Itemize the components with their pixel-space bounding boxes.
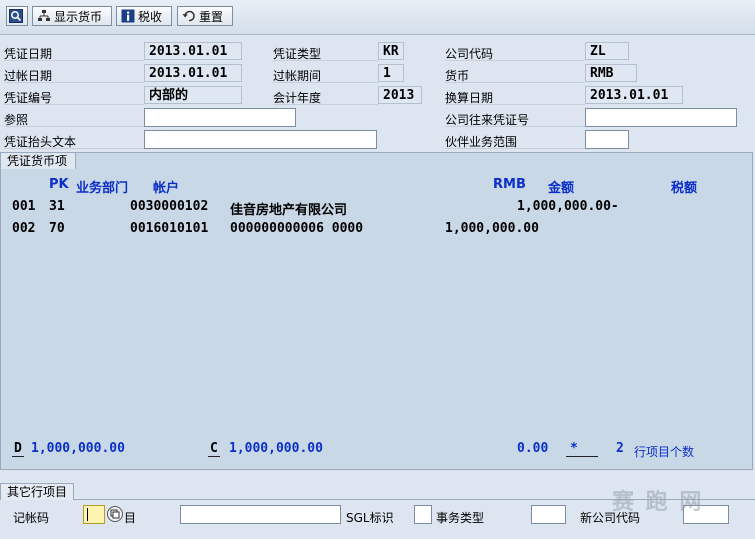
f4-help-icon[interactable] bbox=[107, 506, 123, 522]
column-tax: 税额 bbox=[671, 181, 698, 196]
transaction-type-input[interactable] bbox=[531, 505, 566, 524]
reset-label: 重置 bbox=[199, 9, 224, 24]
undo-arrow-icon bbox=[182, 9, 196, 23]
divider bbox=[4, 148, 144, 149]
column-account: 帐户 bbox=[153, 181, 180, 196]
divider bbox=[445, 148, 585, 149]
tax-button[interactable]: 税收 bbox=[116, 6, 172, 26]
balance-status: * bbox=[566, 441, 598, 457]
posting-date-field: 2013.01.01 bbox=[144, 64, 242, 82]
item-count: 2 bbox=[616, 441, 624, 456]
credit-indicator: C bbox=[208, 441, 220, 457]
account-input[interactable] bbox=[180, 505, 341, 524]
fiscal-year-field: 2013 bbox=[378, 86, 422, 104]
tax-label: 税收 bbox=[138, 9, 163, 24]
line-number: 002 bbox=[12, 221, 36, 236]
header-text-input[interactable] bbox=[144, 130, 377, 149]
divider bbox=[4, 104, 144, 105]
divider bbox=[4, 126, 144, 127]
intercompany-input[interactable] bbox=[585, 108, 737, 127]
currency-field: RMB bbox=[585, 64, 637, 82]
document-items-panel bbox=[0, 152, 753, 470]
watermark: 赛 跑 网 bbox=[612, 490, 704, 515]
transaction-type-label: 事务类型 bbox=[436, 511, 485, 525]
application-toolbar: 显示货币 税收 重置 bbox=[0, 0, 755, 35]
divider bbox=[273, 104, 378, 105]
account-number: 0030000102 bbox=[130, 199, 209, 214]
divider bbox=[445, 82, 585, 83]
period-field: 1 bbox=[378, 64, 404, 82]
partner-ba-input[interactable] bbox=[585, 130, 629, 149]
line-number: 001 bbox=[12, 199, 36, 214]
divider bbox=[445, 126, 585, 127]
posting-key-input[interactable] bbox=[83, 505, 105, 524]
amount: 1,000,000.00- bbox=[517, 199, 619, 214]
account-number: 0016010101 bbox=[130, 221, 209, 236]
divider bbox=[445, 60, 585, 61]
debit-indicator: D bbox=[12, 441, 24, 457]
doc-type-field: KR bbox=[378, 42, 404, 60]
item-count-label: 行项目个数 bbox=[634, 445, 695, 459]
divider bbox=[4, 60, 144, 61]
account-label: 目 bbox=[124, 511, 137, 525]
column-business-area: 业务部门 bbox=[76, 181, 129, 196]
divider bbox=[273, 60, 378, 61]
info-icon bbox=[121, 9, 135, 23]
translation-date-field: 2013.01.01 bbox=[585, 86, 683, 104]
text-cursor bbox=[87, 508, 88, 521]
column-amount: 金额 bbox=[548, 181, 575, 196]
display-currency-button[interactable]: 显示货币 bbox=[32, 6, 112, 26]
sgl-label: SGL标识 bbox=[346, 511, 394, 525]
magnifier-icon bbox=[9, 9, 23, 23]
sgl-input[interactable] bbox=[414, 505, 432, 524]
company-code-field: ZL bbox=[585, 42, 629, 60]
other-item-title: 其它行项目 bbox=[0, 483, 75, 500]
balance-value: 0.00 bbox=[517, 441, 549, 456]
account-name: 佳音房地产有限公司 bbox=[230, 203, 348, 218]
reset-button[interactable]: 重置 bbox=[177, 6, 233, 26]
divider bbox=[273, 82, 378, 83]
posting-key: 70 bbox=[49, 221, 65, 236]
doc-number-field: 内部的 bbox=[144, 86, 242, 104]
column-currency: RMB bbox=[493, 177, 526, 192]
reference-input[interactable] bbox=[144, 108, 296, 127]
display-currency-label: 显示货币 bbox=[54, 9, 103, 24]
credit-total: 1,000,000.00 bbox=[229, 441, 323, 456]
debit-total: 1,000,000.00 bbox=[31, 441, 125, 456]
doc-date-field: 2013.01.01 bbox=[144, 42, 242, 60]
column-pk: PK bbox=[49, 177, 69, 192]
hierarchy-icon bbox=[37, 9, 51, 23]
account-name: 000000000006 0000 bbox=[230, 221, 364, 236]
divider bbox=[4, 82, 144, 83]
posting-key-label: 记帐码 bbox=[13, 511, 50, 525]
posting-key: 31 bbox=[49, 199, 65, 214]
divider bbox=[445, 104, 585, 105]
find-button[interactable] bbox=[6, 6, 28, 26]
amount: 1,000,000.00 bbox=[445, 221, 539, 236]
document-items-panel-title: 凭证货币项 bbox=[0, 152, 77, 169]
